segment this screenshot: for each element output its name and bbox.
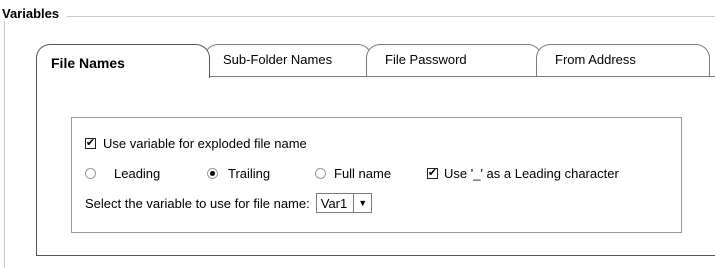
tab-sub-folder-names[interactable]: Sub-Folder Names (204, 44, 372, 76)
radio-trailing[interactable] (207, 168, 218, 179)
underscore-checkbox-label: Use '_' as a Leading character (444, 166, 619, 181)
tab-file-password[interactable]: File Password (366, 44, 542, 76)
exploded-checkbox-label: Use variable for exploded file name (103, 136, 307, 151)
exploded-row: ✔ Use variable for exploded file name (85, 136, 307, 151)
triangle-down-icon: ▼ (358, 198, 368, 208)
underscore-option[interactable]: ✔ Use '_' as a Leading character (427, 166, 619, 181)
tab-panel: ✔ Use variable for exploded file name Le… (36, 76, 715, 256)
variable-row: Select the variable to use for file name… (85, 193, 373, 213)
variable-select[interactable]: Var1 ▼ (315, 193, 373, 213)
group-title: Variables (0, 6, 68, 21)
dropdown-arrow-button[interactable]: ▼ (353, 194, 372, 212)
radio-leading[interactable] (85, 168, 96, 179)
radio-fullname-option[interactable]: Full name (315, 166, 427, 181)
radio-leading-label: Leading (114, 166, 161, 181)
exploded-checkbox[interactable]: ✔ (85, 138, 96, 149)
radio-fullname[interactable] (315, 168, 326, 179)
check-icon: ✔ (85, 137, 96, 149)
radio-fullname-label: Full name (334, 166, 392, 181)
tab-from-address[interactable]: From Address (536, 44, 710, 76)
radio-selected-dot (210, 171, 215, 176)
radio-trailing-option[interactable]: Trailing (207, 166, 315, 181)
options-box: ✔ Use variable for exploded file name Le… (71, 117, 682, 233)
radio-leading-option[interactable]: Leading (85, 166, 207, 181)
underscore-checkbox[interactable]: ✔ (427, 168, 438, 179)
radio-trailing-label: Trailing (228, 166, 271, 181)
check-icon: ✔ (427, 167, 438, 179)
variable-select-label: Select the variable to use for file name… (85, 195, 310, 211)
position-row: Leading Trailing Full name ✔ Use '_' as … (85, 166, 619, 181)
tab-bar: File Names Sub-Folder Names File Passwor… (36, 44, 715, 78)
tab-file-names[interactable]: File Names (36, 44, 210, 78)
variable-select-value: Var1 (320, 195, 348, 211)
